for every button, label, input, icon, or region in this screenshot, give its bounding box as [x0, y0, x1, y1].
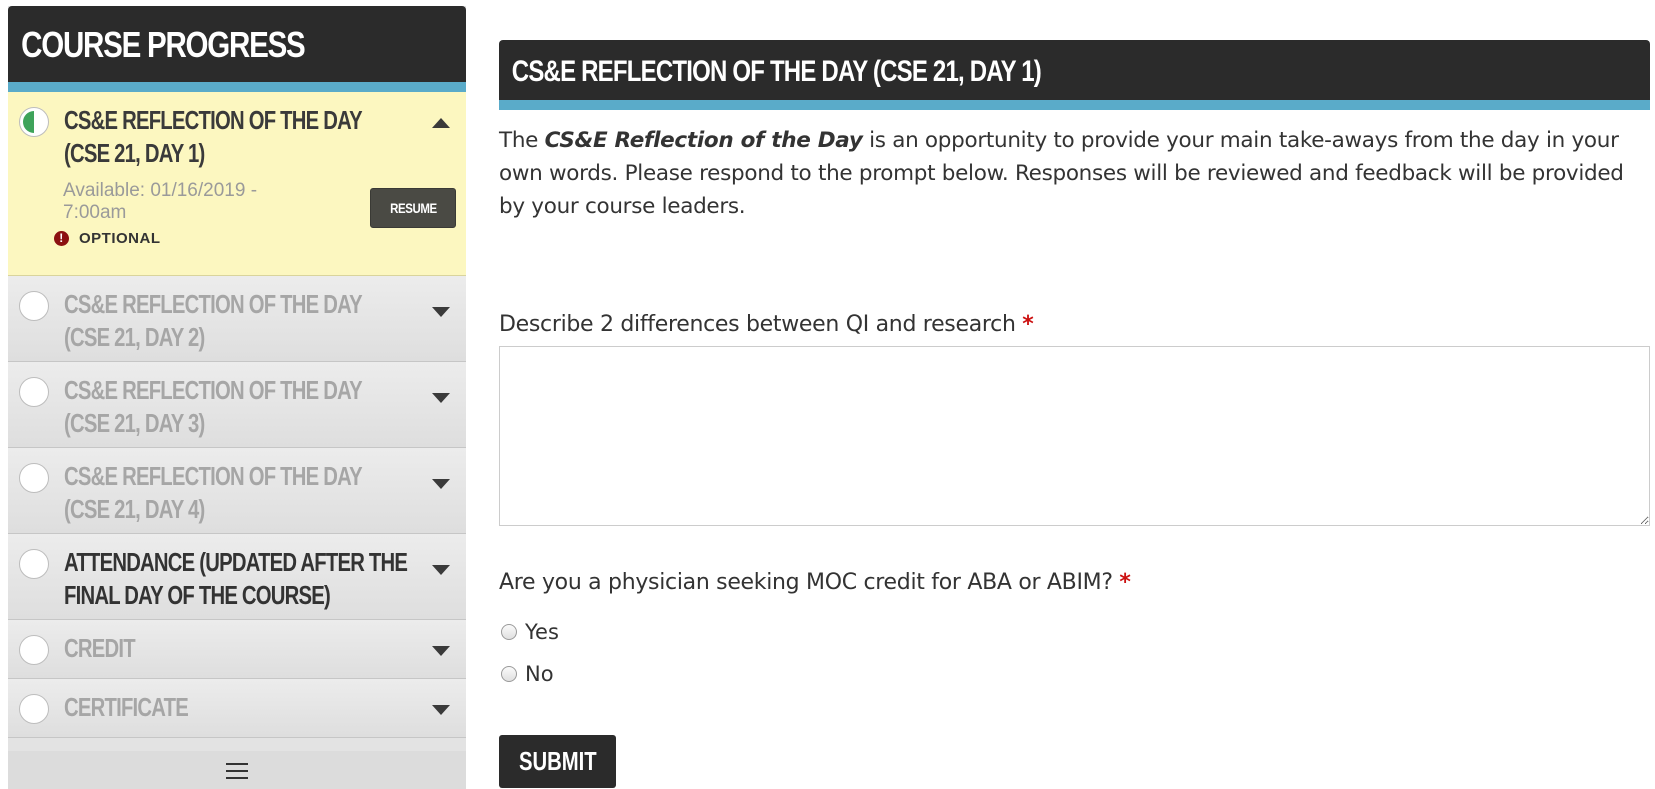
content-header: CS&E REFLECTION OF THE DAY (CSE 21, DAY …	[499, 40, 1650, 110]
sidebar-item-credit[interactable]: CREDIT	[8, 620, 466, 679]
chevron-up-icon[interactable]	[432, 118, 450, 128]
sidebar-item-day1[interactable]: CS&E REFLECTION OF THE DAY (CSE 21, DAY …	[8, 92, 466, 276]
radio-no-label: No	[525, 662, 554, 686]
question-1-text: Describe 2 differences between QI and re…	[499, 312, 1016, 337]
sidebar-item-label: ATTENDANCE (UPDATED AFTER THE FINAL DAY …	[64, 547, 408, 610]
sidebar-item-label: CERTIFICATE	[64, 692, 189, 722]
submit-button[interactable]: SUBMIT	[499, 735, 616, 788]
sidebar-item-label: CS&E REFLECTION OF THE DAY (CSE 21, DAY …	[64, 461, 362, 524]
sidebar-item-label: CS&E REFLECTION OF THE DAY (CSE 21, DAY …	[64, 375, 362, 438]
progress-empty-icon	[19, 635, 49, 665]
intro-text-start: The	[499, 128, 545, 153]
optional-badge: ! OPTIONAL	[54, 230, 161, 247]
sidebar-item-certificate[interactable]: CERTIFICATE	[8, 679, 466, 738]
radio-yes-label: Yes	[525, 620, 559, 644]
required-marker: *	[1119, 570, 1131, 595]
sidebar-item-day2[interactable]: CS&E REFLECTION OF THE DAY (CSE 21, DAY …	[8, 276, 466, 362]
sidebar-footer	[8, 751, 466, 789]
chevron-down-icon[interactable]	[432, 705, 450, 715]
progress-empty-icon	[19, 463, 49, 493]
availability-text: Available: 01/16/2019 - 7:00am	[63, 180, 258, 223]
question-2-label: Are you a physician seeking MOC credit f…	[499, 570, 1131, 595]
sidebar-item-label: CS&E REFLECTION OF THE DAY (CSE 21, DAY …	[64, 289, 362, 352]
intro-emphasis: CS&E Reflection of the Day	[544, 128, 863, 153]
resume-button-label: RESUME	[389, 200, 437, 216]
page-title: CS&E REFLECTION OF THE DAY (CSE 21, DAY …	[511, 55, 1042, 88]
sidebar-item-day3[interactable]: CS&E REFLECTION OF THE DAY (CSE 21, DAY …	[8, 362, 466, 448]
sidebar-item-label: CS&E REFLECTION OF THE DAY (CSE 21, DAY …	[64, 105, 362, 168]
sidebar-header: COURSE PROGRESS	[8, 6, 466, 92]
radio-no[interactable]: No	[501, 662, 554, 686]
chevron-down-icon[interactable]	[432, 565, 450, 575]
chevron-down-icon[interactable]	[432, 479, 450, 489]
progress-empty-icon	[19, 377, 49, 407]
hamburger-menu-icon[interactable]	[226, 763, 248, 779]
sidebar-item-attendance[interactable]: ATTENDANCE (UPDATED AFTER THE FINAL DAY …	[8, 534, 466, 620]
progress-empty-icon	[19, 549, 49, 579]
question-2-text: Are you a physician seeking MOC credit f…	[499, 570, 1113, 595]
main-content: CS&E REFLECTION OF THE DAY (CSE 21, DAY …	[499, 40, 1650, 788]
progress-partial-icon	[19, 107, 49, 137]
radio-button-icon[interactable]	[501, 666, 517, 682]
question-1-label: Describe 2 differences between QI and re…	[499, 312, 1034, 337]
required-marker: *	[1022, 312, 1034, 337]
submit-button-label: SUBMIT	[518, 746, 597, 776]
chevron-down-icon[interactable]	[432, 307, 450, 317]
progress-empty-icon	[19, 694, 49, 724]
chevron-down-icon[interactable]	[432, 646, 450, 656]
sidebar-item-label: CREDIT	[64, 633, 136, 663]
intro-paragraph: The CS&E Reflection of the Day is an opp…	[499, 124, 1650, 223]
radio-yes[interactable]: Yes	[501, 620, 559, 644]
course-progress-sidebar: COURSE PROGRESS CS&E REFLECTION OF THE D…	[8, 6, 466, 789]
optional-label: OPTIONAL	[79, 230, 161, 247]
response-textarea[interactable]	[499, 346, 1650, 526]
resume-button[interactable]: RESUME	[370, 188, 456, 228]
chevron-down-icon[interactable]	[432, 393, 450, 403]
sidebar-item-day4[interactable]: CS&E REFLECTION OF THE DAY (CSE 21, DAY …	[8, 448, 466, 534]
radio-button-icon[interactable]	[501, 624, 517, 640]
sidebar-title: COURSE PROGRESS	[21, 24, 306, 65]
progress-empty-icon	[19, 291, 49, 321]
alert-icon: !	[54, 231, 69, 246]
